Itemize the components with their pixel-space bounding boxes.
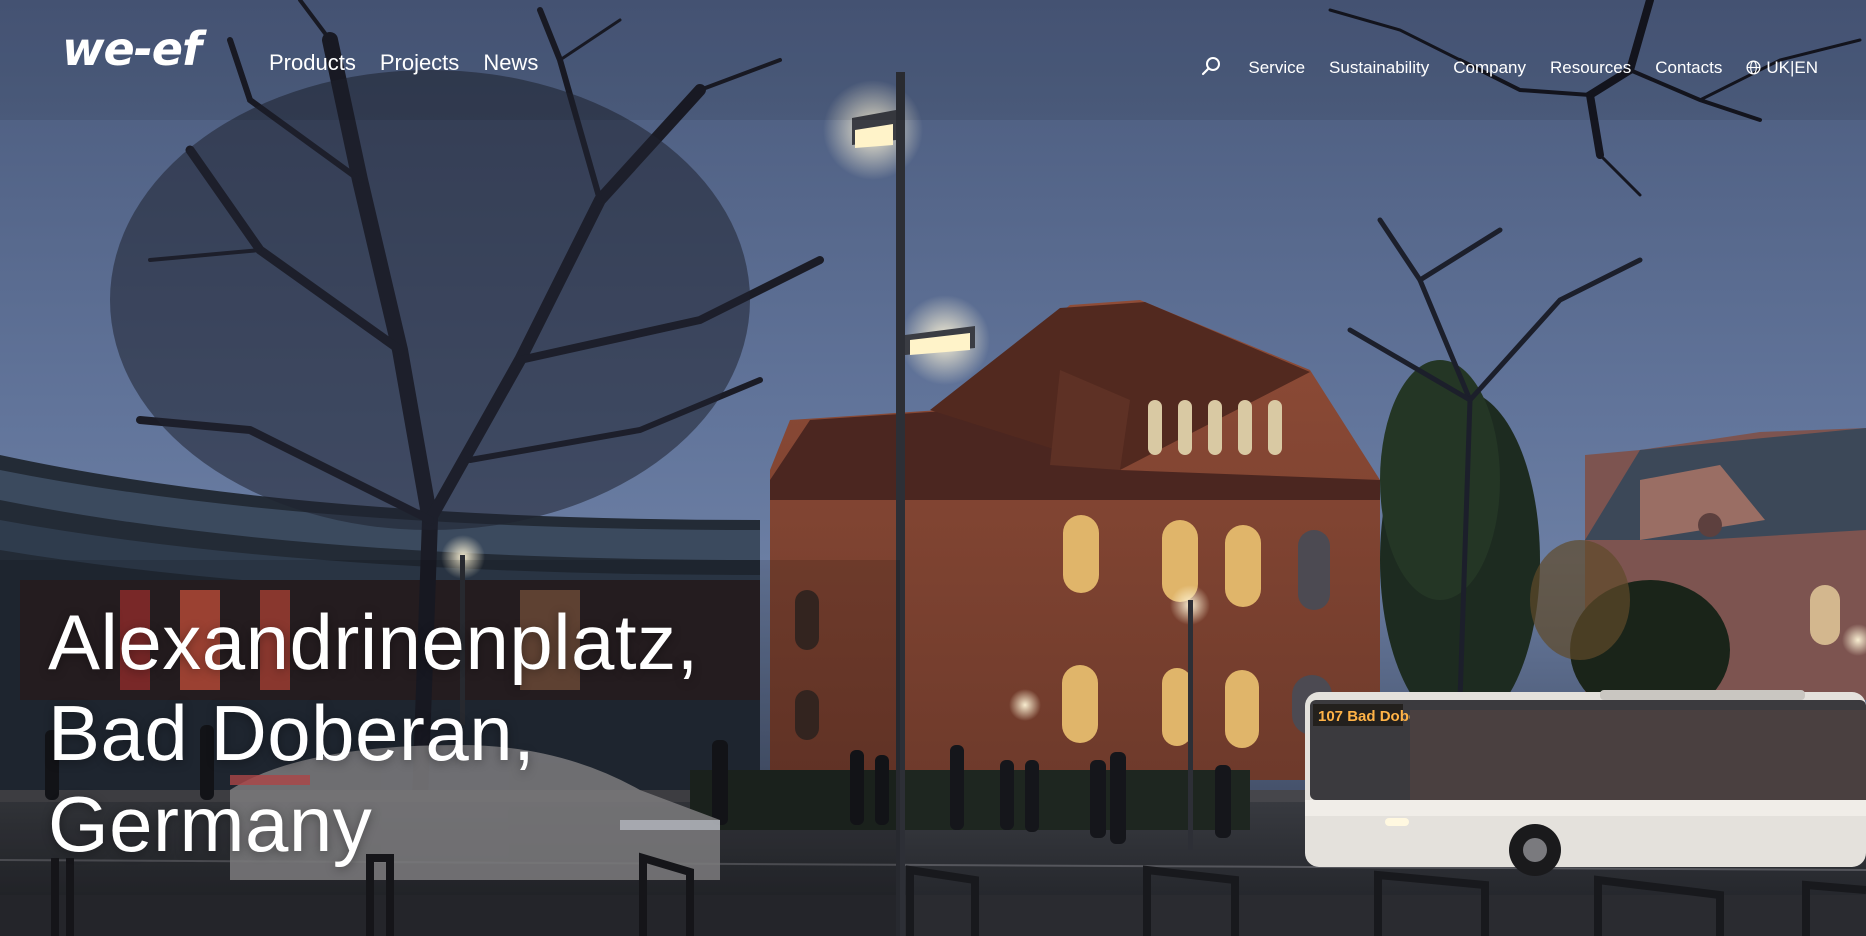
- globe-icon: [1746, 59, 1761, 75]
- nav-news[interactable]: News: [483, 52, 538, 74]
- bus: 107 Bad Doberan: [1305, 690, 1866, 876]
- we-ef-logo[interactable]: we-ef: [62, 26, 202, 72]
- search-icon[interactable]: [1200, 56, 1222, 78]
- nav-contacts[interactable]: Contacts: [1655, 59, 1722, 76]
- nav-products[interactable]: Products: [269, 52, 356, 74]
- site-header: we-ef Products Projects News Service Sus…: [0, 0, 1866, 120]
- headline-line-1: Alexandrinenplatz,: [48, 598, 699, 686]
- headline-line-2: Bad Doberan,: [48, 689, 536, 777]
- headline-line-3: Germany: [48, 780, 373, 868]
- nav-sustainability[interactable]: Sustainability: [1329, 59, 1429, 76]
- utility-nav: Service Sustainability Company Resources…: [1200, 56, 1818, 78]
- nav-service[interactable]: Service: [1248, 59, 1305, 76]
- hero-headline: Alexandrinenplatz, Bad Doberan, Germany: [48, 597, 699, 870]
- main-nav: Products Projects News: [269, 52, 538, 74]
- nav-projects[interactable]: Projects: [380, 52, 459, 74]
- nav-resources[interactable]: Resources: [1550, 59, 1631, 76]
- language-selector[interactable]: UK|EN: [1746, 59, 1818, 76]
- language-label: UK|EN: [1766, 57, 1818, 77]
- nav-company[interactable]: Company: [1453, 59, 1526, 76]
